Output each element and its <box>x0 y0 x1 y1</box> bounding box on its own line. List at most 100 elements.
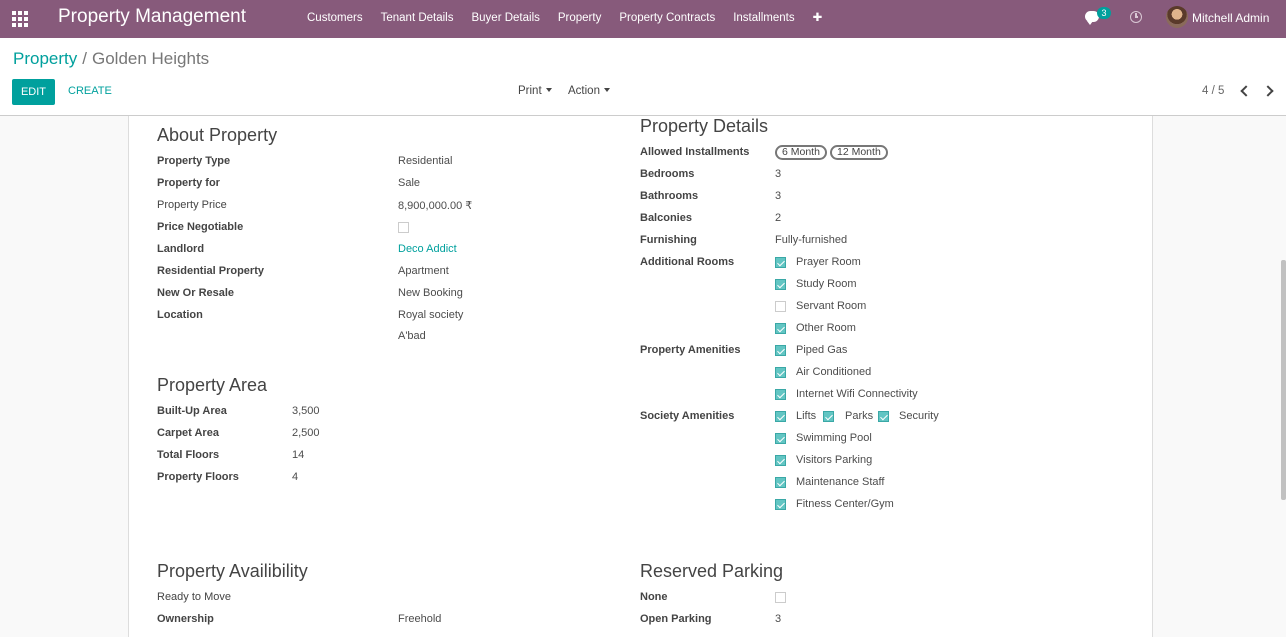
field-label: New Or Resale <box>157 287 235 299</box>
checkbox-label: Other Room <box>796 322 856 334</box>
menu-item-customers[interactable]: Customers <box>298 0 372 38</box>
field-label: Carpet Area <box>157 427 219 439</box>
messages-count-badge: 3 <box>1097 7 1111 19</box>
breadcrumb-parent-link[interactable]: Property <box>13 49 77 68</box>
checkbox-label: Fitness Center/Gym <box>796 498 894 510</box>
field-label: Location <box>157 309 203 321</box>
total-floors-value: 14 <box>292 449 305 461</box>
prayer-room-checkbox[interactable] <box>775 257 786 268</box>
caret-down-icon <box>545 87 552 92</box>
property-type-value: Residential <box>398 155 453 167</box>
property-for-value: Sale <box>398 177 421 189</box>
about-property-title: About Property <box>157 125 278 145</box>
property-details-title: Property Details <box>640 116 769 136</box>
checkbox-label: Lifts <box>796 410 817 422</box>
avatar[interactable] <box>1166 6 1188 28</box>
previous-record-icon[interactable] <box>1240 85 1252 97</box>
visitors-parking-checkbox[interactable] <box>775 455 786 466</box>
checkbox-label: Servant Room <box>796 300 867 312</box>
study-room-checkbox[interactable] <box>775 279 786 290</box>
field-label: Built-Up Area <box>157 405 227 417</box>
checkbox-label: Visitors Parking <box>796 454 873 466</box>
parks-checkbox[interactable] <box>823 411 834 422</box>
breadcrumb: Property / Golden Heights <box>13 49 209 69</box>
checkbox-label: Piped Gas <box>796 344 848 356</box>
action-dropdown[interactable]: Action <box>568 85 610 97</box>
location-value: Royal society <box>398 309 464 321</box>
swimming-pool-checkbox[interactable] <box>775 433 786 444</box>
plus-icon[interactable]: ✚ <box>804 0 832 38</box>
other-room-checkbox[interactable] <box>775 323 786 334</box>
field-label: Furnishing <box>640 234 697 246</box>
property-availability-title: Property Availibility <box>157 561 308 581</box>
open-parking-value: 3 <box>775 613 782 625</box>
property-area-title: Property Area <box>157 375 268 395</box>
piped-gas-checkbox[interactable] <box>775 345 786 356</box>
menu-item-property[interactable]: Property <box>549 0 610 38</box>
built-up-area-value: 3,500 <box>292 405 320 417</box>
bathrooms-value: 3 <box>775 190 782 202</box>
control-panel: Property / Golden Heights EDIT CREATE Prin… <box>0 38 1286 116</box>
field-label: Bedrooms <box>640 168 695 180</box>
landlord-link[interactable]: Deco Addict <box>398 243 457 255</box>
installment-tag[interactable]: 6 Month <box>775 145 827 160</box>
breadcrumb-current: Golden Heights <box>91 49 210 68</box>
reserved-parking-title: Reserved Parking <box>640 561 784 581</box>
field-label: None <box>640 591 668 603</box>
caret-down-icon <box>603 87 610 92</box>
edit-button[interactable]: EDIT <box>12 79 55 105</box>
residential-property-value: Apartment <box>398 265 449 277</box>
menu-item-installments[interactable]: Installments <box>724 0 803 38</box>
checkbox-label: Maintenance Staff <box>796 476 885 488</box>
apps-menu-icon[interactable] <box>12 11 29 27</box>
print-dropdown[interactable]: Print <box>518 85 552 97</box>
installment-tag[interactable]: 12 Month <box>830 145 888 160</box>
field-label: Residential Property <box>157 265 264 277</box>
property-price-value: 8,900,000.00 ₹ <box>398 200 473 212</box>
menu-item-tenant-details[interactable]: Tenant Details <box>372 0 463 38</box>
ownership-value: Freehold <box>398 613 442 625</box>
property-floors-value: 4 <box>292 471 299 483</box>
user-name[interactable]: Mitchell Admin <box>1192 11 1269 25</box>
field-label: Additional Rooms <box>640 256 735 268</box>
price-negotiable-checkbox[interactable] <box>398 222 409 233</box>
activity-clock-icon[interactable] <box>1130 11 1142 23</box>
fitness-center-checkbox[interactable] <box>775 499 786 510</box>
field-label: Balconies <box>640 212 692 224</box>
carpet-area-value: 2,500 <box>292 427 320 439</box>
security-checkbox[interactable] <box>878 411 889 422</box>
breadcrumb-separator: / <box>82 49 87 68</box>
servant-room-checkbox[interactable] <box>775 301 786 312</box>
bedrooms-value: 3 <box>775 168 782 180</box>
checkbox-label: Air Conditioned <box>796 366 872 378</box>
field-label: Landlord <box>157 243 205 255</box>
internet-wifi-checkbox[interactable] <box>775 389 786 400</box>
print-label: Print <box>518 85 542 97</box>
app-title[interactable]: Property Management <box>58 6 246 28</box>
parking-none-checkbox[interactable] <box>775 592 786 603</box>
field-label: Property Amenities <box>640 344 741 356</box>
checkbox-label: Parks <box>845 410 874 422</box>
field-label: Bathrooms <box>640 190 699 202</box>
scrollbar[interactable] <box>1281 260 1286 500</box>
air-conditioned-checkbox[interactable] <box>775 367 786 378</box>
field-label: Society Amenities <box>640 410 735 422</box>
maintenance-staff-checkbox[interactable] <box>775 477 786 488</box>
menu-item-buyer-details[interactable]: Buyer Details <box>462 0 548 38</box>
top-navbar: Property Management Customers Tenant Det… <box>0 0 1286 38</box>
action-label: Action <box>568 85 600 97</box>
checkbox-label: Swimming Pool <box>796 432 872 444</box>
create-button[interactable]: CREATE <box>68 85 112 97</box>
checkbox-label: Internet Wifi Connectivity <box>796 388 918 400</box>
menu-item-property-contracts[interactable]: Property Contracts <box>610 0 724 38</box>
balconies-value: 2 <box>775 212 782 224</box>
field-label: Property for <box>157 177 220 189</box>
pager-value[interactable]: 4 / 5 <box>1202 85 1224 97</box>
next-record-icon[interactable] <box>1262 85 1274 97</box>
field-label: Allowed Installments <box>640 146 750 158</box>
field-label: Property Price <box>157 199 227 211</box>
lifts-checkbox[interactable] <box>775 411 786 422</box>
field-label: Total Floors <box>157 449 220 461</box>
new-or-resale-value: New Booking <box>398 287 463 299</box>
checkbox-label: Prayer Room <box>796 256 861 268</box>
